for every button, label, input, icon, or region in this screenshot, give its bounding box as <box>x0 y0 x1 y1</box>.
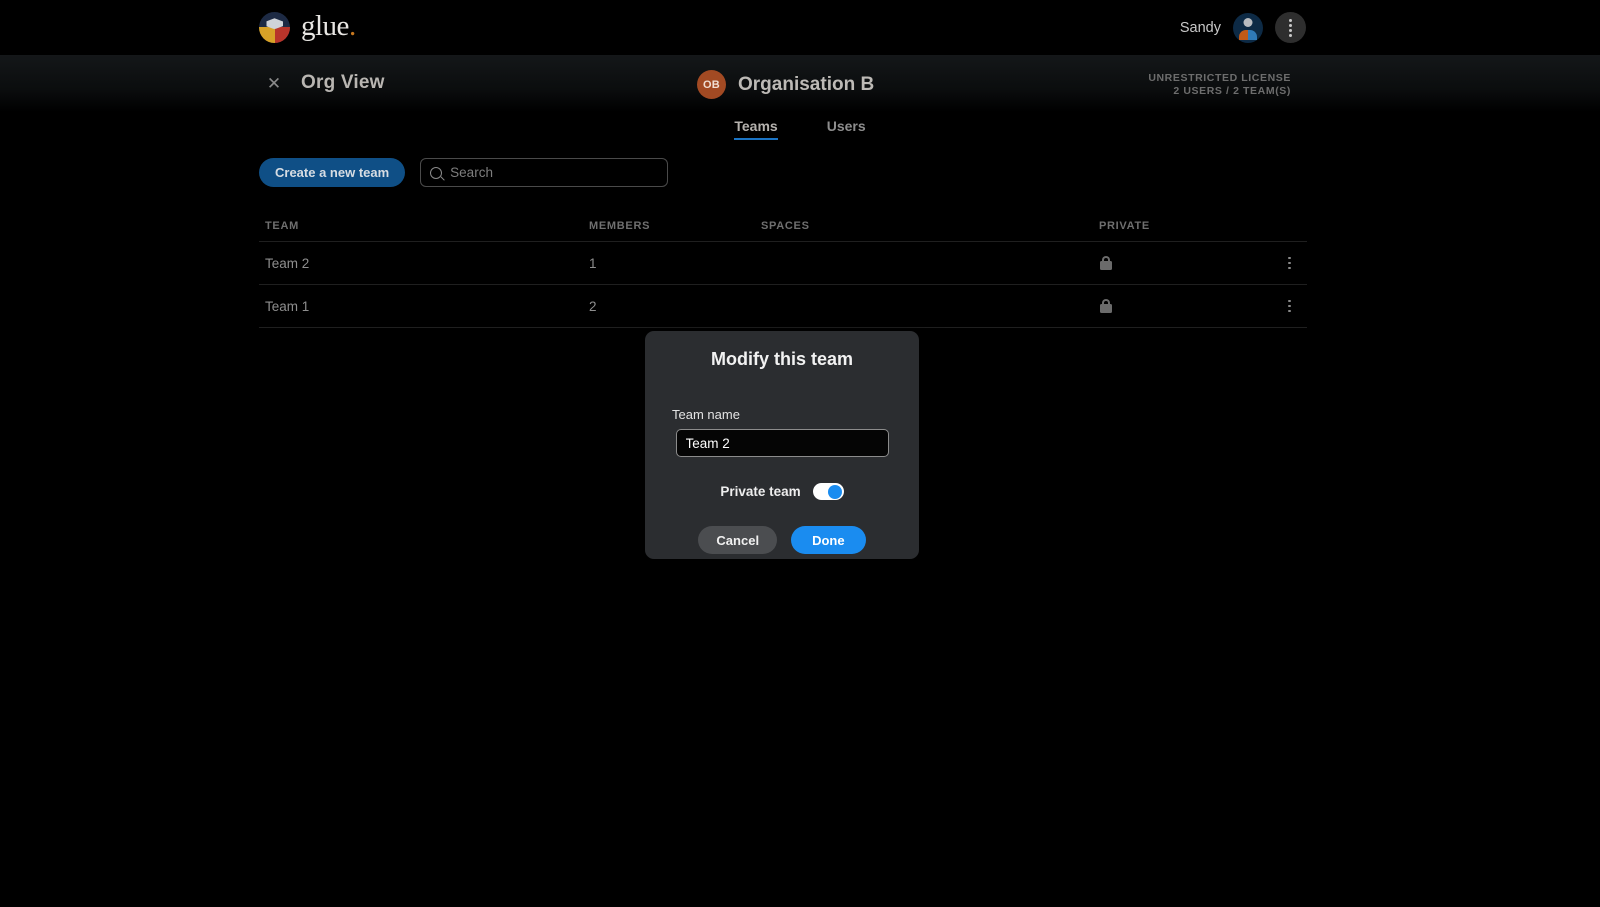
dialog-actions: Cancel Done <box>645 526 919 554</box>
modify-team-dialog: Modify this team Team name Private team … <box>645 331 919 559</box>
toolbar: Create a new team <box>259 158 669 187</box>
dialog-title: Modify this team <box>710 349 853 369</box>
page-title: Org View <box>301 72 385 93</box>
brand-name: glue. <box>301 9 356 44</box>
cell-row-menu <box>1285 299 1307 313</box>
glue-cube-logo-icon <box>259 12 290 43</box>
teams-table: TEAM MEMBERS SPACES PRIVATE Team 2 1 Tea… <box>259 210 1307 328</box>
team-name-input[interactable] <box>675 429 889 457</box>
column-header-members: MEMBERS <box>589 219 651 232</box>
license-line-1: UNRESTRICTED LICENSE <box>1148 72 1291 84</box>
search-icon <box>430 166 443 179</box>
toggle-knob <box>828 484 843 499</box>
top-bar: glue. Sandy <box>0 0 1600 55</box>
search-input[interactable] <box>450 165 659 180</box>
app-root: glue. Sandy ✕ Org View OB Organisation B… <box>0 0 1600 907</box>
table-row[interactable]: Team 2 1 <box>259 242 1307 285</box>
team-name-label: Team name <box>672 407 740 422</box>
row-kebab-menu-icon[interactable] <box>1288 299 1291 313</box>
top-bar-right: Sandy <box>1180 12 1306 43</box>
table-header-row: TEAM MEMBERS SPACES PRIVATE <box>259 210 1307 242</box>
org-badge: OB <box>697 70 726 99</box>
kebab-menu-icon[interactable] <box>1275 12 1306 43</box>
org-name: Organisation B <box>738 73 875 95</box>
cell-row-menu <box>1285 256 1307 270</box>
column-header-spaces: SPACES <box>761 219 810 232</box>
close-icon[interactable]: ✕ <box>266 75 282 92</box>
cell-private <box>1099 299 1285 313</box>
done-button[interactable]: Done <box>791 526 866 554</box>
cell-members: 1 <box>589 255 597 271</box>
tab-teams[interactable]: Teams <box>734 118 779 140</box>
license-line-2: 2 USERS / 2 TEAM(S) <box>1173 84 1291 97</box>
brand-dot: . <box>348 9 356 42</box>
tab-bar: Teams Users <box>0 118 1600 140</box>
cell-team-name: Team 2 <box>265 255 310 271</box>
brand[interactable]: glue. <box>259 9 356 44</box>
create-team-button[interactable]: Create a new team <box>259 158 406 187</box>
private-team-label: Private team <box>720 484 801 499</box>
search-field[interactable] <box>420 158 669 187</box>
lock-icon <box>1100 256 1112 270</box>
private-team-toggle[interactable] <box>812 483 844 500</box>
column-header-team: TEAM <box>265 219 299 232</box>
cancel-button[interactable]: Cancel <box>698 526 778 554</box>
cell-private <box>1099 256 1285 270</box>
private-team-row: Private team <box>645 483 919 500</box>
table-row[interactable]: Team 1 2 <box>259 285 1307 328</box>
lock-icon <box>1100 299 1112 313</box>
column-header-private: PRIVATE <box>1099 219 1150 232</box>
user-avatar-icon[interactable] <box>1233 12 1263 43</box>
user-name: Sandy <box>1179 19 1221 36</box>
tab-users[interactable]: Users <box>827 118 866 140</box>
cell-members: 2 <box>589 298 597 314</box>
license-info: UNRESTRICTED LICENSE 2 USERS / 2 TEAM(S) <box>1148 72 1291 97</box>
brand-name-text: glue <box>301 9 349 42</box>
cell-team-name: Team 1 <box>265 298 310 314</box>
row-kebab-menu-icon[interactable] <box>1288 256 1291 270</box>
org-identity: OB Organisation B <box>697 70 874 99</box>
